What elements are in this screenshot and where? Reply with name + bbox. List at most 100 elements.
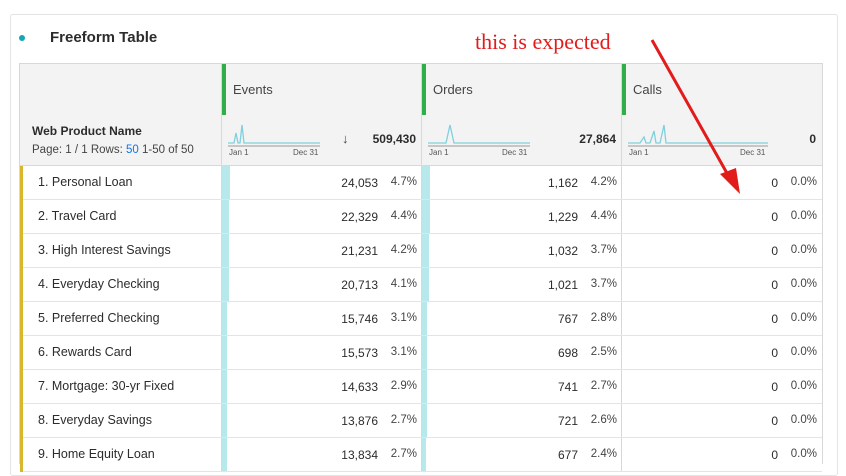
- row-label[interactable]: 3. High Interest Savings: [38, 243, 171, 257]
- cell-calls[interactable]: 0 0.0%: [621, 336, 822, 369]
- cell-calls[interactable]: 0 0.0%: [621, 302, 822, 335]
- cell-calls[interactable]: 0 0.0%: [621, 370, 822, 403]
- cell-orders[interactable]: 1,229 4.4%: [421, 200, 622, 233]
- cell-orders[interactable]: 741 2.7%: [421, 370, 622, 403]
- dimension-name[interactable]: Web Product Name: [32, 124, 142, 138]
- cell-events[interactable]: 14,633 2.9%: [221, 370, 422, 403]
- cell-calls[interactable]: 0 0.0%: [621, 438, 822, 471]
- column-total: 27,864: [579, 132, 616, 146]
- cell-value: 20,713: [341, 278, 378, 292]
- column-header-orders[interactable]: Orders: [421, 64, 622, 115]
- row-label[interactable]: 4. Everyday Checking: [38, 277, 160, 291]
- table-row[interactable]: 9. Home Equity Loan 13,834 2.7% 677 2.4% 0 0.0…: [20, 438, 822, 472]
- table-row[interactable]: 4. Everyday Checking 20,713 4.1% 1,021 3.7% 0…: [20, 268, 822, 302]
- row-label[interactable]: 5. Preferred Checking: [38, 311, 160, 325]
- summary-cell-orders: Jan 1 Dec 31 27,864: [421, 115, 622, 165]
- cell-fill-bar: [222, 302, 227, 335]
- cell-value: 24,053: [341, 176, 378, 190]
- cell-fill-bar: [422, 370, 427, 403]
- cell-fill-bar: [222, 200, 229, 233]
- cell-value: 0: [771, 346, 778, 360]
- table-row[interactable]: 2. Travel Card 22,329 4.4% 1,229 4.4% 0 0.0%: [20, 200, 822, 234]
- cell-fill-bar: [422, 166, 430, 199]
- pagination-info: Page: 1 / 1 Rows: 50 1-50 of 50: [32, 144, 194, 156]
- cell-fill-bar: [222, 166, 230, 199]
- cell-calls[interactable]: 0 0.0%: [621, 200, 822, 233]
- cell-orders[interactable]: 1,021 3.7%: [421, 268, 622, 301]
- table-row[interactable]: 7. Mortgage: 30-yr Fixed 14,633 2.9% 741 2.7…: [20, 370, 822, 404]
- cell-value: 0: [771, 176, 778, 190]
- cell-value: 15,573: [341, 346, 378, 360]
- metric-header-row: Events Orders Calls: [20, 64, 822, 116]
- table-row[interactable]: 3. High Interest Savings 21,231 4.2% 1,032 3…: [20, 234, 822, 268]
- cell-value: 1,021: [547, 278, 578, 292]
- sort-descending-icon[interactable]: ↓: [342, 131, 349, 146]
- cell-events[interactable]: 15,746 3.1%: [221, 302, 422, 335]
- row-label[interactable]: 1. Personal Loan: [38, 175, 133, 189]
- cell-calls[interactable]: 0 0.0%: [621, 404, 822, 437]
- sparkline-start-label: Jan 1: [229, 148, 249, 157]
- cell-fill-bar: [222, 268, 229, 301]
- metric-color-bar: [422, 64, 426, 115]
- summary-cell-calls: Jan 1 Dec 31 0: [621, 115, 822, 165]
- cell-calls[interactable]: 0 0.0%: [621, 234, 822, 267]
- cell-orders[interactable]: 1,032 3.7%: [421, 234, 622, 267]
- column-header-label: Calls: [633, 82, 662, 97]
- cell-percent: 3.1%: [390, 346, 417, 358]
- pagination-range: 1-50 of 50: [141, 144, 194, 156]
- column-header-events[interactable]: Events: [221, 64, 422, 115]
- cell-percent: 0.0%: [790, 278, 817, 290]
- cell-events[interactable]: 20,713 4.1%: [221, 268, 422, 301]
- cell-value: 721: [557, 414, 578, 428]
- column-header-label: Orders: [433, 82, 473, 97]
- table-row[interactable]: 1. Personal Loan 24,053 4.7% 1,162 4.2% 0 0.0%: [20, 166, 822, 200]
- cell-calls[interactable]: 0 0.0%: [621, 166, 822, 199]
- cell-percent: 2.7%: [390, 448, 417, 460]
- column-header-label: Events: [233, 82, 273, 97]
- cell-events[interactable]: 24,053 4.7%: [221, 166, 422, 199]
- rows-per-page-select[interactable]: 50: [126, 144, 139, 156]
- cell-events[interactable]: 13,876 2.7%: [221, 404, 422, 437]
- row-color-marker: [20, 370, 23, 404]
- cell-value: 22,329: [341, 210, 378, 224]
- cell-fill-bar: [222, 404, 227, 437]
- row-label[interactable]: 7. Mortgage: 30-yr Fixed: [38, 379, 174, 393]
- panel-title[interactable]: Freeform Table: [50, 29, 157, 46]
- sparkline-end-label: Dec 31: [293, 148, 319, 157]
- column-header-calls[interactable]: Calls: [621, 64, 822, 115]
- cell-fill-bar: [422, 404, 427, 437]
- cell-value: 0: [771, 312, 778, 326]
- cell-percent: 4.4%: [590, 210, 617, 222]
- metric-color-bar: [622, 64, 626, 115]
- cell-percent: 0.0%: [790, 176, 817, 188]
- cell-orders[interactable]: 677 2.4%: [421, 438, 622, 471]
- table-row[interactable]: 8. Everyday Savings 13,876 2.7% 721 2.6% 0 0.0…: [20, 404, 822, 438]
- cell-fill-bar: [422, 438, 426, 471]
- cell-events[interactable]: 13,834 2.7%: [221, 438, 422, 471]
- row-label[interactable]: 8. Everyday Savings: [38, 413, 152, 427]
- cell-fill-bar: [422, 200, 430, 233]
- cell-fill-bar: [422, 336, 427, 369]
- cell-value: 1,032: [547, 244, 578, 258]
- table-row[interactable]: 6. Rewards Card 15,573 3.1% 698 2.5% 0 0.0%: [20, 336, 822, 370]
- cell-value: 767: [557, 312, 578, 326]
- cell-orders[interactable]: 721 2.6%: [421, 404, 622, 437]
- row-label[interactable]: 2. Travel Card: [38, 209, 117, 223]
- cell-calls[interactable]: 0 0.0%: [621, 268, 822, 301]
- cell-orders[interactable]: 698 2.5%: [421, 336, 622, 369]
- table-row[interactable]: 5. Preferred Checking 15,746 3.1% 767 2.8% 0 0…: [20, 302, 822, 336]
- cell-events[interactable]: 15,573 3.1%: [221, 336, 422, 369]
- cell-percent: 0.0%: [790, 380, 817, 392]
- row-label[interactable]: 9. Home Equity Loan: [38, 447, 155, 461]
- sparkline-start-label: Jan 1: [629, 148, 649, 157]
- cell-events[interactable]: 22,329 4.4%: [221, 200, 422, 233]
- cell-events[interactable]: 21,231 4.2%: [221, 234, 422, 267]
- row-color-marker: [20, 438, 23, 472]
- cell-orders[interactable]: 1,162 4.2%: [421, 166, 622, 199]
- row-color-marker: [20, 404, 23, 438]
- freeform-table: Events Orders Calls Web Product Name Pag…: [19, 63, 823, 472]
- row-label[interactable]: 6. Rewards Card: [38, 345, 132, 359]
- cell-orders[interactable]: 767 2.8%: [421, 302, 622, 335]
- cell-fill-bar: [422, 268, 429, 301]
- cell-percent: 2.9%: [390, 380, 417, 392]
